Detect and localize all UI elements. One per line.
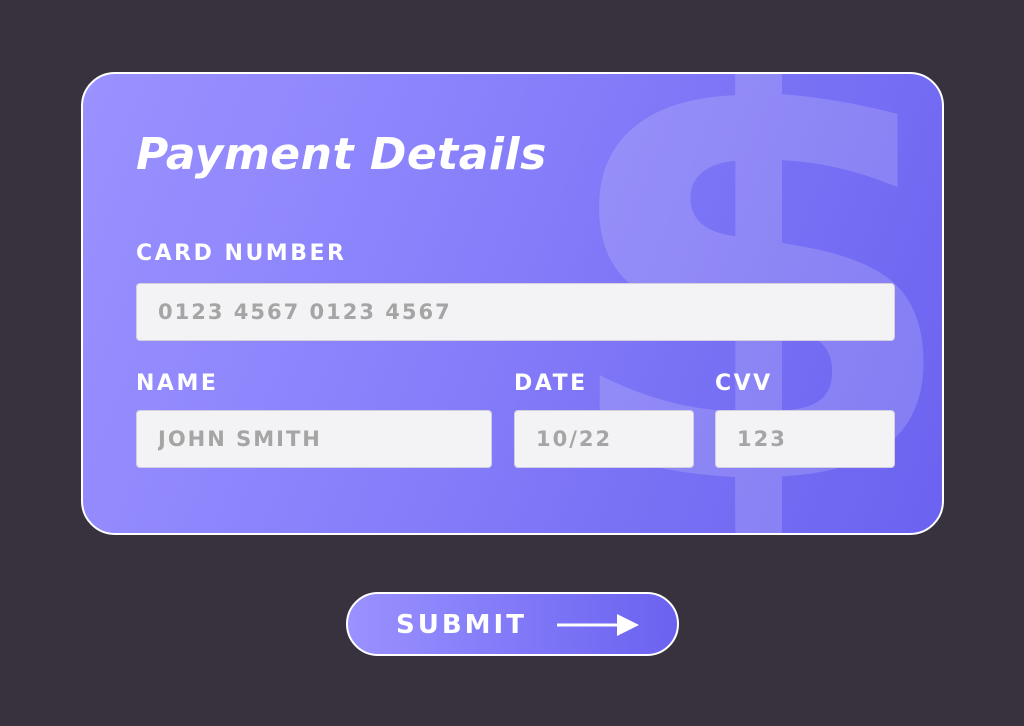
submit-button-label: SUBMIT: [396, 610, 527, 640]
cvv-input[interactable]: [715, 410, 895, 468]
date-label: DATE: [514, 371, 588, 396]
arrow-right-icon: [557, 614, 639, 636]
cvv-label: CVV: [715, 371, 773, 396]
page-title: Payment Details: [136, 129, 547, 180]
submit-button[interactable]: SUBMIT: [346, 592, 679, 656]
card-number-label: CARD NUMBER: [136, 241, 347, 266]
date-input[interactable]: [514, 410, 694, 468]
card-number-input[interactable]: [136, 283, 895, 341]
payment-card: $ Payment Details CARD NUMBER NAME DATE …: [81, 72, 944, 535]
name-input[interactable]: [136, 410, 492, 468]
name-label: NAME: [136, 371, 219, 396]
